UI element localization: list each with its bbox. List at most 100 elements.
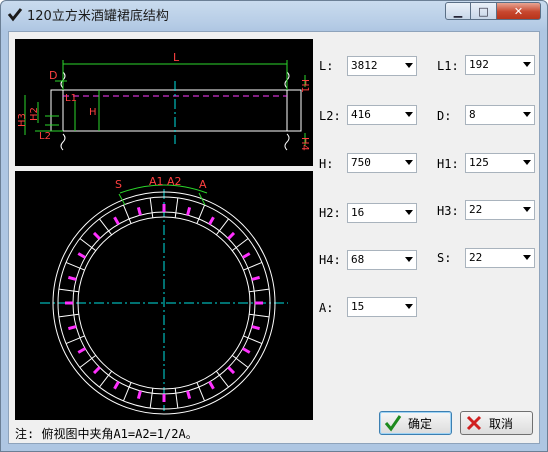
dropdown-arrow-icon[interactable] (405, 63, 413, 68)
minimize-button[interactable]: ▁ (445, 2, 471, 20)
combo-value: 22 (469, 251, 483, 264)
rib-line (174, 197, 179, 218)
bolt-marker (77, 347, 86, 354)
cancel-button[interactable]: 取消 (460, 411, 533, 435)
rib-line (79, 238, 97, 252)
combo-s[interactable]: 22 (465, 248, 535, 268)
bolt-marker (136, 390, 142, 400)
dropdown-arrow-icon[interactable] (523, 112, 531, 117)
close-button[interactable]: ✕ (497, 2, 541, 20)
rib-line (58, 313, 79, 318)
rib-line (58, 288, 79, 293)
dropdown-arrow-icon[interactable] (523, 255, 531, 260)
side-view-canvas: L D L1 H L2 H3 H2 H1 H4 (17, 51, 310, 151)
rib-line (231, 354, 249, 368)
dropdown-arrow-icon[interactable] (405, 257, 413, 262)
ok-button-label: 确定 (408, 416, 433, 431)
top-view-drawing: S A1 A2 A (15, 171, 313, 420)
combo-value: 68 (351, 253, 365, 266)
dialog-window: 120立方米酒罐裙底结构 ▁ □ ✕ L D L1 H L2 H3 H2 H1 … (0, 0, 548, 452)
label-H3: H3 (17, 113, 28, 127)
label-S: S (115, 178, 122, 191)
dropdown-arrow-icon[interactable] (523, 62, 531, 67)
combo-value: 192 (469, 58, 489, 71)
maximize-button[interactable]: □ (471, 2, 497, 20)
field-label-d: D: (437, 109, 452, 123)
label-H4: H4 (299, 137, 310, 151)
combo-value: 15 (351, 300, 365, 313)
combo-h[interactable]: 750 (347, 153, 417, 173)
combo-h4[interactable]: 68 (347, 250, 417, 270)
bolt-marker (242, 347, 251, 354)
combo-value: 22 (469, 203, 483, 216)
bolt-marker (113, 216, 120, 225)
bolt-marker (208, 216, 215, 225)
bolt-marker (251, 325, 261, 331)
rib-line (215, 370, 229, 388)
bolt-marker (92, 231, 101, 240)
bolt-marker (67, 325, 77, 331)
dropdown-arrow-icon[interactable] (523, 207, 531, 212)
label-H1: H1 (299, 79, 310, 93)
bolt-marker (208, 381, 215, 390)
field-label-a: A: (319, 301, 334, 315)
minimize-icon: ▁ (453, 4, 463, 18)
field-label-h2: H2: (319, 206, 341, 220)
field-label-s: S: (437, 251, 452, 265)
field-label-h3: H3: (437, 204, 459, 218)
dropdown-arrow-icon[interactable] (405, 160, 413, 165)
combo-value: 125 (469, 156, 489, 169)
label-H: H (89, 107, 97, 118)
window-title: 120立方米酒罐裙底结构 (27, 9, 169, 24)
bolt-marker (67, 275, 77, 281)
bolt-marker (92, 366, 101, 375)
bolt-marker (186, 206, 192, 216)
dropdown-arrow-icon[interactable] (523, 160, 531, 165)
dropdown-arrow-icon[interactable] (405, 304, 413, 309)
label-L1: L1 (65, 93, 77, 104)
field-label-h: H: (319, 157, 334, 171)
bolt-marker (186, 390, 192, 400)
field-label-h4: H4: (319, 253, 341, 267)
title-bar[interactable]: 120立方米酒罐裙底结构 ▁ □ ✕ (1, 1, 547, 29)
combo-d[interactable]: 8 (465, 105, 535, 125)
top-view-canvas: S A1 A2 A (40, 175, 288, 415)
combo-l2[interactable]: 416 (347, 105, 417, 125)
side-view-drawing: L D L1 H L2 H3 H2 H1 H4 (15, 39, 313, 166)
label-A: A (199, 178, 207, 191)
combo-l[interactable]: 3812 (347, 56, 417, 76)
combo-l1[interactable]: 192 (465, 55, 535, 75)
field-label-l: L: (319, 59, 334, 73)
checkmark-icon (384, 415, 402, 432)
field-label-l2: L2: (319, 109, 341, 123)
combo-h1[interactable]: 125 (465, 153, 535, 173)
rib-line (174, 388, 179, 409)
bolt-marker (242, 252, 251, 259)
bolt-marker (227, 231, 236, 240)
label-L: L (173, 51, 180, 64)
combo-h2[interactable]: 16 (347, 203, 417, 223)
combo-value: 3812 (351, 59, 378, 72)
rib-line (99, 370, 113, 388)
rib-line (99, 218, 113, 236)
label-H2: H2 (29, 107, 40, 121)
bolt-marker (136, 206, 142, 216)
rib-line (215, 218, 229, 236)
field-label-h1: H1: (437, 157, 459, 171)
close-icon: ✕ (513, 4, 524, 18)
combo-h3[interactable]: 22 (465, 200, 535, 220)
dropdown-arrow-icon[interactable] (405, 112, 413, 117)
maximize-icon: □ (478, 4, 489, 18)
rib-line (249, 313, 270, 318)
combo-a[interactable]: 15 (347, 297, 417, 317)
bolt-marker (251, 275, 261, 281)
rib-line (149, 197, 154, 218)
close-x-icon (466, 415, 482, 431)
bolt-marker (77, 252, 86, 259)
label-D: D (49, 69, 57, 82)
label-A1: A1 (149, 175, 164, 188)
ok-button[interactable]: 确定 (379, 411, 452, 435)
bolt-marker (113, 381, 120, 390)
dropdown-arrow-icon[interactable] (405, 210, 413, 215)
note-text: 注: 俯视图中夹角A1=A2=1/2A。 (15, 427, 198, 441)
